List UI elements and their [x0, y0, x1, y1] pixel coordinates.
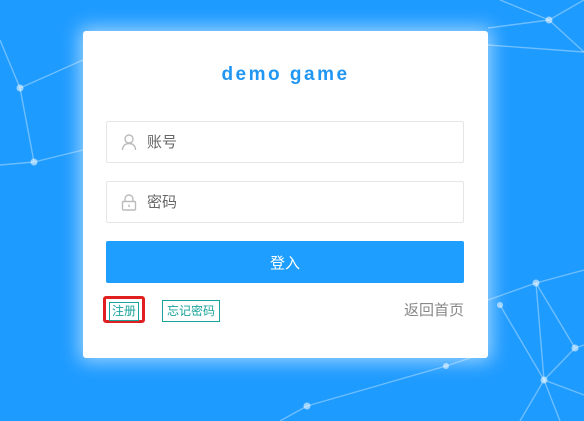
lock-icon	[121, 194, 137, 211]
user-icon	[121, 134, 137, 151]
password-field[interactable]	[106, 181, 464, 223]
register-link[interactable]: 注册	[109, 302, 140, 321]
login-card: demo game 登入 注册 忘记密码 返回首页	[83, 31, 488, 358]
app-title: demo game	[221, 64, 350, 85]
login-button[interactable]: 登入	[106, 241, 464, 283]
account-input[interactable]	[147, 122, 447, 162]
forgot-password-link[interactable]: 忘记密码	[162, 300, 221, 322]
password-input[interactable]	[147, 182, 447, 222]
account-field[interactable]	[106, 121, 464, 163]
back-home-link[interactable]: 返回首页	[404, 299, 464, 321]
